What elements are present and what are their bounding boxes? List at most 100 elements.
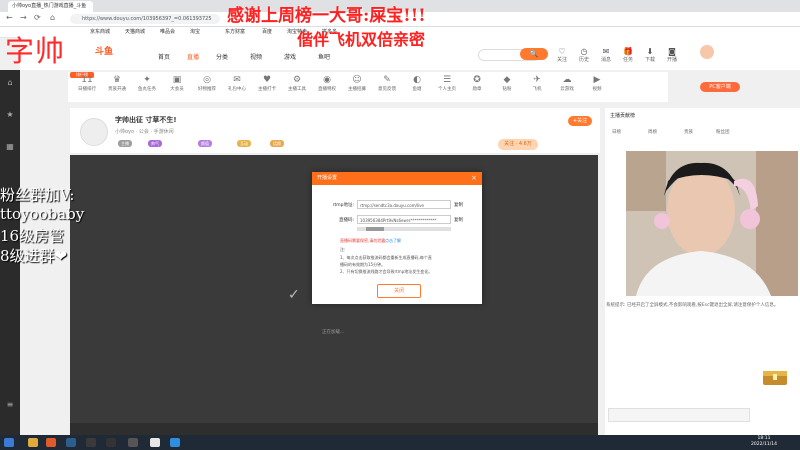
category-label: 礼包中心 bbox=[228, 87, 246, 92]
category-label: 主播打卡 bbox=[258, 87, 276, 92]
stream-key-field[interactable]: 103956384Prt9vNs6ewrs************* bbox=[357, 215, 451, 224]
nav-item-games[interactable]: 游戏 bbox=[284, 52, 296, 61]
bookmark-item[interactable]: 淘宝 bbox=[190, 28, 200, 36]
category-item[interactable]: ◐ 鱼塘 bbox=[402, 75, 432, 92]
category-item[interactable]: ◉ 直播特权 bbox=[312, 75, 342, 92]
download-icon: ⬇ bbox=[646, 47, 654, 56]
dialog-note: 2、只有切换推流线路才会导致rtmp地址发生变化。 bbox=[340, 269, 433, 274]
edge-icon[interactable] bbox=[170, 438, 180, 447]
category-label: 钻粉 bbox=[502, 87, 512, 92]
user-avatar[interactable] bbox=[700, 45, 714, 59]
clock-icon: ◷ bbox=[580, 47, 588, 56]
home-icon[interactable]: ⌂ bbox=[50, 13, 55, 22]
tab-noble[interactable]: 贵族 bbox=[684, 129, 693, 135]
close-icon[interactable]: × bbox=[470, 174, 478, 183]
category-item[interactable]: ☺ 主播招募 bbox=[342, 75, 372, 92]
tab-fans[interactable]: 粉丝团 bbox=[716, 129, 730, 135]
nav-item-yuba[interactable]: 鱼吧 bbox=[318, 52, 330, 61]
dialog-note: 1、每次点击获取推流码都会重新生成直播码,每个直 bbox=[340, 255, 432, 260]
tab-daily[interactable]: 日榜 bbox=[612, 129, 621, 135]
category-icon: ✪ bbox=[473, 75, 481, 85]
header-history[interactable]: ◷ 历史 bbox=[572, 47, 596, 63]
bookmark-item[interactable]: 唯品会 bbox=[160, 28, 175, 36]
learn-more-link[interactable]: 点击了解 bbox=[385, 238, 401, 244]
header-follow[interactable]: ♡ 关注 bbox=[550, 47, 574, 63]
browser-tab[interactable]: 小帅oyo直播_热门游戏直播_斗鱼 bbox=[8, 1, 93, 12]
sidebar-home-icon[interactable]: ⌂ bbox=[0, 78, 20, 94]
dialog-close-button[interactable]: 关闭 bbox=[377, 284, 421, 298]
stream-key-label: 直播码: bbox=[338, 218, 354, 223]
category-label: 鱼丸任务 bbox=[138, 87, 156, 92]
header-download[interactable]: ⬇ 下载 bbox=[638, 47, 662, 63]
room-tag[interactable]: 帅气 bbox=[148, 140, 162, 147]
nav-item-video[interactable]: 视频 bbox=[250, 52, 262, 61]
streamer-avatar[interactable] bbox=[80, 118, 108, 146]
room-tag[interactable]: 主播 bbox=[118, 140, 132, 147]
copy-key-button[interactable]: 复制 bbox=[454, 217, 463, 223]
obs-icon[interactable] bbox=[106, 438, 116, 447]
app-icon[interactable] bbox=[46, 438, 56, 447]
category-item[interactable]: ◎ 好物推荐 bbox=[192, 75, 222, 92]
nav-item-live[interactable]: 直播 bbox=[187, 52, 199, 61]
category-item[interactable]: ✦ 鱼丸任务 bbox=[132, 75, 162, 92]
rank-heading: 主播贡献榜 bbox=[610, 113, 636, 119]
header-broadcast[interactable]: ◙ 开播 bbox=[660, 47, 684, 63]
room-tag[interactable]: 话痨 bbox=[270, 140, 284, 147]
category-icon: ◆ bbox=[503, 75, 511, 85]
follow-count-button[interactable]: 关注 · 4.6万 bbox=[498, 139, 538, 150]
rtmp-field[interactable]: rtmp://sendtc3a.douyu.com/live bbox=[357, 200, 451, 209]
sidebar-recommend-icon[interactable]: ★ bbox=[0, 110, 20, 126]
search-button[interactable]: 🔍 bbox=[520, 48, 548, 60]
copy-rtmp-button[interactable]: 复制 bbox=[454, 202, 463, 208]
chat-input[interactable] bbox=[608, 408, 750, 422]
app-icon[interactable] bbox=[128, 438, 138, 447]
bookmark-item[interactable]: 京东商城 bbox=[90, 28, 110, 36]
taskbar-clock[interactable]: 18:11 2022/11/14 bbox=[744, 436, 784, 448]
file-explorer-icon[interactable] bbox=[28, 438, 38, 447]
room-tag[interactable]: 颜值 bbox=[198, 140, 212, 147]
chrome-icon[interactable] bbox=[150, 438, 160, 447]
category-item[interactable]: ✉ 礼包中心 bbox=[222, 75, 252, 92]
pc-client-button[interactable]: PC客户端 bbox=[700, 82, 740, 92]
follow-button[interactable]: +关注 bbox=[568, 116, 592, 126]
start-icon[interactable] bbox=[4, 438, 14, 447]
room-subtitle: 小帅oyo · 公会 · 手游休闲 bbox=[115, 129, 174, 135]
category-item[interactable]: ♥ 主播打卡 bbox=[252, 75, 282, 92]
category-item[interactable]: ✪ 勋章 bbox=[462, 75, 492, 92]
category-icon: ☺ bbox=[352, 75, 362, 85]
url-input[interactable]: https://www.douyu.com/103956397_=0.06139… bbox=[70, 14, 220, 24]
sidebar-category-icon[interactable]: ▦ bbox=[0, 142, 20, 158]
steam-icon[interactable] bbox=[66, 438, 76, 447]
category-icon: ♛ bbox=[112, 75, 122, 85]
nav-item-category[interactable]: 分类 bbox=[216, 52, 228, 61]
category-item[interactable]: 11 日播排行 bbox=[72, 75, 102, 92]
bookmark-item[interactable]: 东方财富 bbox=[225, 28, 245, 36]
header-task[interactable]: 🎁 任务 bbox=[616, 47, 640, 63]
forward-icon[interactable]: → bbox=[20, 13, 27, 22]
site-logo[interactable]: 斗鱼 bbox=[95, 44, 135, 58]
treasure-chest-icon[interactable] bbox=[760, 365, 790, 389]
category-item[interactable]: ♛ 贵族开通 bbox=[102, 75, 132, 92]
app-icon[interactable] bbox=[86, 438, 96, 447]
category-item[interactable]: ▣ 大会员 bbox=[162, 75, 192, 92]
bookmark-item[interactable]: 天猫商城 bbox=[125, 28, 145, 36]
nav-item-home[interactable]: 首页 bbox=[158, 52, 170, 61]
category-label: 直播特权 bbox=[318, 87, 336, 92]
category-icon: ☁ bbox=[562, 75, 572, 85]
category-item[interactable]: ⚙ 主播工具 bbox=[282, 75, 312, 92]
category-item[interactable]: ☁ 云游戏 bbox=[552, 75, 582, 92]
category-item[interactable]: ◆ 钻粉 bbox=[492, 75, 522, 92]
tab-weekly[interactable]: 周榜 bbox=[648, 129, 657, 135]
key-scrollbar-thumb[interactable] bbox=[366, 227, 384, 231]
reload-icon[interactable]: ⟳ bbox=[34, 13, 41, 22]
category-item[interactable]: ☰ 个人主页 bbox=[432, 75, 462, 92]
sidebar-collapse-icon[interactable]: ≡ bbox=[0, 400, 20, 416]
category-item[interactable]: ✈ 飞机 bbox=[522, 75, 552, 92]
room-tag[interactable]: 互动 bbox=[237, 140, 251, 147]
overlay-join-group: 8级进群❤ bbox=[0, 247, 68, 265]
category-item[interactable]: ✎ 意见反馈 bbox=[372, 75, 402, 92]
bookmark-item[interactable]: 百度 bbox=[262, 28, 272, 36]
back-icon[interactable]: ← bbox=[6, 13, 13, 22]
category-item[interactable]: ▶ 视频 bbox=[582, 75, 612, 92]
header-message[interactable]: ✉ 消息 bbox=[594, 47, 618, 63]
